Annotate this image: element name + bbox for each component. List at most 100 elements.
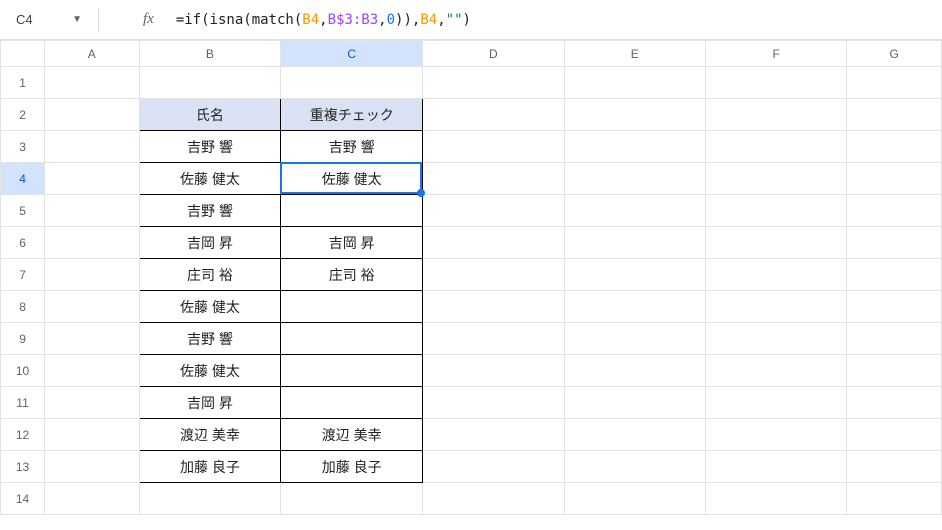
cell-E8[interactable] (564, 291, 705, 323)
row-header-3[interactable]: 3 (1, 131, 45, 163)
table-row[interactable]: 吉野 響 (139, 131, 281, 163)
cell-A11[interactable] (45, 387, 139, 419)
cell-D4[interactable] (423, 163, 564, 195)
cell-G1[interactable] (847, 67, 942, 99)
cell-A12[interactable] (45, 419, 139, 451)
cell-E11[interactable] (564, 387, 705, 419)
row-header-14[interactable]: 14 (1, 483, 45, 515)
cell-A7[interactable] (45, 259, 139, 291)
table-row[interactable] (281, 323, 423, 355)
cell-A6[interactable] (45, 227, 139, 259)
select-all-corner[interactable] (1, 41, 45, 67)
row-header-12[interactable]: 12 (1, 419, 45, 451)
cell-D8[interactable] (423, 291, 564, 323)
cell-G10[interactable] (847, 355, 942, 387)
column-header-C[interactable]: C (281, 41, 423, 67)
cell-G6[interactable] (847, 227, 942, 259)
table-row[interactable]: 吉岡 昇 (139, 387, 281, 419)
cell-D1[interactable] (423, 67, 564, 99)
row-header-1[interactable]: 1 (1, 67, 45, 99)
table-row[interactable] (281, 291, 423, 323)
table-row[interactable]: 吉野 響 (281, 131, 423, 163)
cell-E4[interactable] (564, 163, 705, 195)
row-header-6[interactable]: 6 (1, 227, 45, 259)
cell-F4[interactable] (706, 163, 847, 195)
column-header-E[interactable]: E (564, 41, 705, 67)
cell-F11[interactable] (706, 387, 847, 419)
table-row[interactable]: 吉岡 昇 (281, 227, 423, 259)
dropdown-icon[interactable]: ▼ (72, 14, 82, 25)
table-row[interactable]: 佐藤 健太 (139, 163, 281, 195)
table-row[interactable]: 加藤 良子 (139, 451, 281, 483)
row-header-9[interactable]: 9 (1, 323, 45, 355)
formula-input[interactable]: =if(isna(match(B4,B$3:B3,0)),B4,"") (176, 7, 934, 33)
cell-E1[interactable] (564, 67, 705, 99)
sheet-grid[interactable]: ABCDEFG 12氏名重複チェック3吉野 響吉野 響4佐藤 健太佐藤 健太5吉… (0, 40, 942, 515)
cell-F12[interactable] (706, 419, 847, 451)
cell-D11[interactable] (423, 387, 564, 419)
cell-A3[interactable] (45, 131, 139, 163)
table-row[interactable]: 加藤 良子 (281, 451, 423, 483)
cell-E5[interactable] (564, 195, 705, 227)
cell-E3[interactable] (564, 131, 705, 163)
cell-A4[interactable] (45, 163, 139, 195)
table-row[interactable]: 渡辺 美幸 (139, 419, 281, 451)
cell-A1[interactable] (45, 67, 139, 99)
cell-A5[interactable] (45, 195, 139, 227)
row-header-4[interactable]: 4 (1, 163, 45, 195)
cell-G7[interactable] (847, 259, 942, 291)
cell-D9[interactable] (423, 323, 564, 355)
cell-E7[interactable] (564, 259, 705, 291)
cell-E14[interactable] (564, 483, 705, 515)
column-header-G[interactable]: G (847, 41, 942, 67)
cell-D5[interactable] (423, 195, 564, 227)
cell-D6[interactable] (423, 227, 564, 259)
cell-F2[interactable] (706, 99, 847, 131)
cell-D2[interactable] (423, 99, 564, 131)
cell-D10[interactable] (423, 355, 564, 387)
table-header-dupcheck[interactable]: 重複チェック (281, 99, 423, 131)
table-row[interactable]: 佐藤 健太 (139, 291, 281, 323)
table-row[interactable]: 庄司 裕 (139, 259, 281, 291)
cell-G4[interactable] (847, 163, 942, 195)
cell-D13[interactable] (423, 451, 564, 483)
name-box[interactable]: C4 ▼ (8, 7, 90, 33)
cell-F10[interactable] (706, 355, 847, 387)
cell-G8[interactable] (847, 291, 942, 323)
table-row[interactable] (281, 387, 423, 419)
row-header-11[interactable]: 11 (1, 387, 45, 419)
cell-E10[interactable] (564, 355, 705, 387)
cell-F3[interactable] (706, 131, 847, 163)
cell-A9[interactable] (45, 323, 139, 355)
table-header-name[interactable]: 氏名 (139, 99, 281, 131)
row-header-8[interactable]: 8 (1, 291, 45, 323)
cell-B1[interactable] (139, 67, 281, 99)
cell-G9[interactable] (847, 323, 942, 355)
row-header-7[interactable]: 7 (1, 259, 45, 291)
cell-E12[interactable] (564, 419, 705, 451)
cell-F5[interactable] (706, 195, 847, 227)
column-header-B[interactable]: B (139, 41, 281, 67)
table-row[interactable]: 佐藤 健太 (139, 355, 281, 387)
cell-F6[interactable] (706, 227, 847, 259)
row-header-5[interactable]: 5 (1, 195, 45, 227)
cell-D14[interactable] (423, 483, 564, 515)
cell-G2[interactable] (847, 99, 942, 131)
table-row[interactable]: 渡辺 美幸 (281, 419, 423, 451)
cell-D3[interactable] (423, 131, 564, 163)
cell-F8[interactable] (706, 291, 847, 323)
cell-G14[interactable] (847, 483, 942, 515)
cell-C14[interactable] (281, 483, 423, 515)
cell-G12[interactable] (847, 419, 942, 451)
cell-A2[interactable] (45, 99, 139, 131)
cell-C1[interactable] (281, 67, 423, 99)
cell-G11[interactable] (847, 387, 942, 419)
row-header-13[interactable]: 13 (1, 451, 45, 483)
table-row[interactable]: 吉野 響 (139, 195, 281, 227)
row-header-2[interactable]: 2 (1, 99, 45, 131)
cell-F13[interactable] (706, 451, 847, 483)
column-header-A[interactable]: A (45, 41, 139, 67)
table-row[interactable]: 吉野 響 (139, 323, 281, 355)
cell-F9[interactable] (706, 323, 847, 355)
cell-F7[interactable] (706, 259, 847, 291)
